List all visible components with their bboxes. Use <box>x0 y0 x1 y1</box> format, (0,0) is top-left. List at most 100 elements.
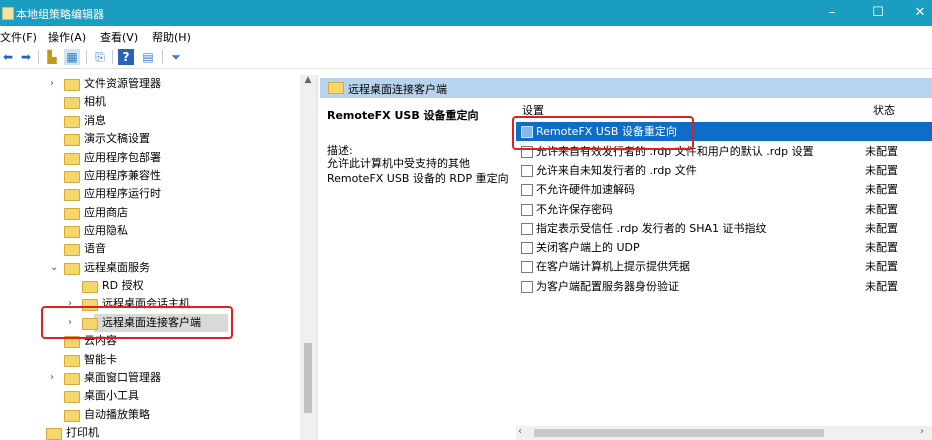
settings-row[interactable]: 指定表示受信任 .rdp 发行者的 SHA1 证书指纹 未配置 <box>516 219 932 238</box>
menu-help[interactable]: 帮助(H) <box>152 29 191 45</box>
pane-header-title: 远程桌面连接客户端 <box>348 83 447 96</box>
policy-setting-icon <box>521 223 533 235</box>
settings-row[interactable]: 允许来自未知发行者的 .rdp 文件 未配置 <box>516 161 932 180</box>
description-text: 允许此计算机中受支持的其他 RemoteFX USB 设备的 RDP 重定向 <box>327 157 509 185</box>
tree-item-label: 文件资源管理器 <box>84 77 161 90</box>
setting-name: 在客户端计算机上提示提供凭据 <box>536 260 690 273</box>
folder-icon <box>64 79 80 91</box>
folder-icon <box>64 355 80 367</box>
folder-icon <box>64 373 80 385</box>
folder-icon <box>64 97 80 109</box>
scroll-right-arrow-icon[interactable]: › <box>920 426 924 437</box>
settings-row[interactable]: 不允许保存密码 未配置 <box>516 200 932 219</box>
navigation-tree: › 文件资源管理器 相机 消息 演示文稿设置 应用程序包部署 应用程序兼容性 应… <box>0 75 316 440</box>
maximize-button[interactable]: ☐ <box>858 0 898 26</box>
policy-setting-icon <box>521 242 533 254</box>
folder-icon <box>46 428 62 440</box>
selected-policy-title: RemoteFX USB 设备重定向 <box>327 109 479 122</box>
filter-icon[interactable]: ⏷ <box>168 49 184 65</box>
scrollbar-thumb[interactable] <box>304 343 312 413</box>
folder-icon <box>64 263 80 275</box>
window-title: 本地组策略编辑器 <box>16 8 104 21</box>
tree-item-label: 远程桌面服务 <box>84 261 150 274</box>
tree-item-label: 智能卡 <box>84 353 117 366</box>
settings-row[interactable]: 为客户端配置服务器身份验证 未配置 <box>516 277 932 296</box>
export-list-icon[interactable]: ⎘ <box>92 49 108 65</box>
annotation-highlight-setting <box>512 116 694 150</box>
show-hide-tree-icon[interactable]: ▦ <box>64 49 80 65</box>
menu-action[interactable]: 操作(A) <box>48 29 86 45</box>
toolbar-separator <box>86 50 87 64</box>
policy-setting-icon <box>521 165 533 177</box>
folder-icon <box>64 134 80 146</box>
setting-state: 未配置 <box>865 260 898 273</box>
setting-state: 未配置 <box>865 241 898 254</box>
toolbar: ⬅ ➡ ▙ ▦ ⎘ ? ▤ ⏷ <box>0 46 932 69</box>
tree-vertical-scrollbar[interactable]: ▲ <box>300 75 316 440</box>
settings-row[interactable]: 关闭客户端上的 UDP 未配置 <box>516 238 932 257</box>
setting-name: 为客户端配置服务器身份验证 <box>536 280 679 293</box>
policy-setting-icon <box>521 184 533 196</box>
toolbar-separator <box>162 50 163 64</box>
column-header-state[interactable]: 状态 <box>873 100 895 122</box>
settings-row[interactable]: 不允许硬件加速解码 未配置 <box>516 180 932 199</box>
scroll-up-arrow-icon[interactable]: ▲ <box>300 75 316 89</box>
properties-icon[interactable]: ▤ <box>140 49 156 65</box>
tree-item-label: 桌面窗口管理器 <box>84 371 161 384</box>
setting-name: 指定表示受信任 .rdp 发行者的 SHA1 证书指纹 <box>536 222 767 235</box>
setting-state: 未配置 <box>865 280 898 293</box>
list-horizontal-scrollbar[interactable]: ‹ › <box>516 426 932 440</box>
tree-item-label: 演示文稿设置 <box>84 132 150 145</box>
expand-icon[interactable]: › <box>50 75 60 93</box>
toolbar-separator <box>112 50 113 64</box>
setting-state: 未配置 <box>865 145 898 158</box>
tree-item-label: 打印机 <box>66 426 99 439</box>
folder-icon <box>64 116 80 128</box>
minimize-button[interactable]: – <box>812 0 852 26</box>
menu-view[interactable]: 查看(V) <box>100 29 138 45</box>
setting-name: 不允许保存密码 <box>536 203 613 216</box>
folder-icon <box>64 153 80 165</box>
folder-icon <box>64 189 80 201</box>
settings-row[interactable]: 在客户端计算机上提示提供凭据 未配置 <box>516 257 932 276</box>
tree-item-label: 相机 <box>84 95 106 108</box>
pane-header: 远程桌面连接客户端 <box>320 78 932 98</box>
setting-state: 未配置 <box>865 203 898 216</box>
up-folder-icon[interactable]: ▙ <box>44 49 60 65</box>
tree-item-label: 语音 <box>84 242 106 255</box>
scroll-left-arrow-icon[interactable]: ‹ <box>518 426 522 437</box>
folder-icon <box>64 244 80 256</box>
title-bar: 本地组策略编辑器 – ☐ ✕ <box>0 0 932 26</box>
back-arrow-icon[interactable]: ⬅ <box>0 49 16 65</box>
tree-item-label: 应用商店 <box>84 206 128 219</box>
setting-state: 未配置 <box>865 222 898 235</box>
tree-item-label: RD 授权 <box>102 279 144 292</box>
folder-icon <box>64 208 80 220</box>
pane-splitter[interactable] <box>316 75 318 440</box>
close-button[interactable]: ✕ <box>900 0 932 26</box>
folder-icon <box>328 82 344 94</box>
tree-item-label: 应用程序运行时 <box>84 187 161 200</box>
policy-setting-icon <box>521 204 533 216</box>
folder-icon <box>64 410 80 422</box>
policy-setting-icon <box>521 281 533 293</box>
collapse-icon[interactable]: ⌄ <box>50 259 60 277</box>
tree-item-label: 消息 <box>84 114 106 127</box>
menu-file[interactable]: 文件(F) <box>0 29 37 45</box>
folder-icon <box>64 391 80 403</box>
setting-name: 关闭客户端上的 UDP <box>536 241 640 254</box>
gpedit-app-icon <box>2 7 14 20</box>
help-icon[interactable]: ? <box>118 49 134 65</box>
folder-icon <box>64 226 80 238</box>
tree-item-label: 桌面小工具 <box>84 389 139 402</box>
expand-icon[interactable]: › <box>50 369 60 387</box>
annotation-highlight-tree <box>41 306 233 339</box>
scrollbar-thumb[interactable] <box>534 429 824 437</box>
forward-arrow-icon[interactable]: ➡ <box>18 49 34 65</box>
tree-item-label: 应用程序包部署 <box>84 151 161 164</box>
description-panel: RemoteFX USB 设备重定向 描述: 允许此计算机中受支持的其他 Rem… <box>324 104 510 440</box>
tree-item-label: 自动播放策略 <box>84 408 150 421</box>
tree-item-label: 应用程序兼容性 <box>84 169 161 182</box>
setting-name: 允许来自未知发行者的 .rdp 文件 <box>536 164 697 177</box>
folder-icon <box>64 171 80 183</box>
